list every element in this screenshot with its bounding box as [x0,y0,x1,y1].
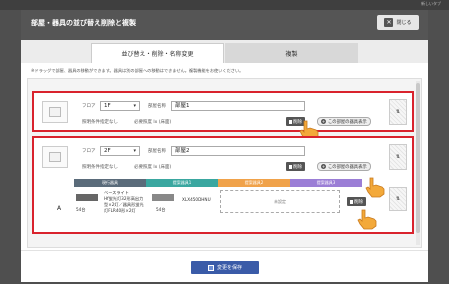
room-card[interactable]: フロア 2F ▾ 部屋名称 部屋2 照明条件指定なし 必要照度 lx (床面) … [32,136,414,234]
trash-icon [289,164,292,169]
column-header-current: 現行器具 [74,179,146,187]
room-icon [49,152,61,162]
chevron-down-icon: ▾ [133,103,136,109]
proposal-model: XLX450DHNU [182,197,211,202]
show-fixtures-label: この部屋の器具表示 [328,164,367,170]
room-name-label: 部屋名称 [148,149,166,154]
fixture-description: ベースライト Hf蛍光灯32形高出力 型×2灯／器具形蛍光 灯FLR40形×2灯 [104,190,144,213]
fixture-image [76,194,98,201]
room-icon [49,107,61,117]
modal-dialog: 部屋・器具の並び替え削除と複製 ✕ 閉じる 並び替え・削除・名称変更 複製 ※ド… [21,10,428,282]
fixture-count: 54台 [76,207,86,212]
fixture-drag-handle[interactable]: ⇅ [389,187,407,211]
modal-footer: 変更を保存 [21,250,428,282]
room-thumbnail [42,146,68,168]
delete-fixture-button[interactable]: 削除 [347,197,366,206]
delete-label: 削除 [354,199,363,205]
chevron-down-icon: ▾ [133,148,136,154]
show-fixtures-button[interactable]: + この部屋の器具表示 [317,162,371,171]
close-icon: ✕ [384,18,394,27]
trash-icon [289,119,292,124]
room-name-input[interactable]: 部屋1 [171,101,305,111]
floor-value: 2F [104,148,111,154]
column-header-proposal-2: 提案器具2 [218,179,290,187]
browser-strip: 新しいタブ [0,0,449,10]
row-letter: A [57,205,62,212]
pointing-hand-icon [357,209,377,230]
room-name-label: 部屋名称 [148,104,166,109]
delete-label: 削除 [293,164,302,170]
modal-title: 部屋・器具の並び替え削除と複製 [31,19,136,27]
drag-handle[interactable]: ⇅ [389,144,407,170]
close-label: 閉じる [396,20,412,26]
save-changes-button[interactable]: 変更を保存 [191,261,259,274]
column-header-proposal-3: 提案器具3 [290,179,362,187]
scrollbar[interactable] [416,81,420,245]
floor-label: フロア [82,149,96,154]
pointing-hand-icon [365,177,385,198]
floor-select[interactable]: 2F ▾ [100,146,140,156]
proposal-fixture-image [152,194,174,201]
tab-reorder[interactable]: 並び替え・削除・名称変更 [91,43,224,63]
drag-notice: ※ドラッグで部屋、器具の移動ができます。器具は別の部屋への移動はできません。複製… [31,68,244,73]
delete-room-button[interactable]: 削除 [286,162,305,171]
room-name-input[interactable]: 部屋2 [171,146,305,156]
floor-value: 1F [104,103,111,109]
drag-handle[interactable]: ⇅ [389,99,407,125]
required-illuminance: 必要照度 lx (床面) [134,165,172,170]
proposal-count: 54台 [156,207,166,212]
tab-duplicate[interactable]: 複製 [225,43,358,63]
scrollbar-thumb[interactable] [416,83,420,233]
column-header-proposal-1: 提案器具1 [146,179,218,187]
unset-slot[interactable]: 未設定 [220,190,340,213]
required-illuminance: 必要照度 lx (床面) [134,120,172,125]
plus-icon: + [321,164,326,169]
trash-icon [350,199,353,204]
lighting-condition: 照明条件指定なし [82,120,118,125]
lighting-condition: 照明条件指定なし [82,165,118,170]
floor-select[interactable]: 1F ▾ [100,101,140,111]
save-icon [207,264,214,271]
room-card[interactable]: フロア 1F ▾ 部屋名称 部屋1 照明条件指定なし 必要照度 lx (床面) … [32,91,414,141]
close-button[interactable]: ✕ 閉じる [377,15,419,30]
room-thumbnail [42,101,68,123]
save-label: 変更を保存 [216,265,242,271]
show-fixtures-label: この部屋の器具表示 [328,119,367,125]
tab-bar: 並び替え・削除・名称変更 複製 [21,40,428,63]
floor-label: フロア [82,104,96,109]
show-fixtures-button[interactable]: + この部屋の器具表示 [317,117,371,126]
room-list: フロア 1F ▾ 部屋名称 部屋1 照明条件指定なし 必要照度 lx (床面) … [27,78,422,248]
corner-text: 新しいタブ [421,1,441,6]
modal-header: 部屋・器具の並び替え削除と複製 ✕ 閉じる [21,10,428,40]
